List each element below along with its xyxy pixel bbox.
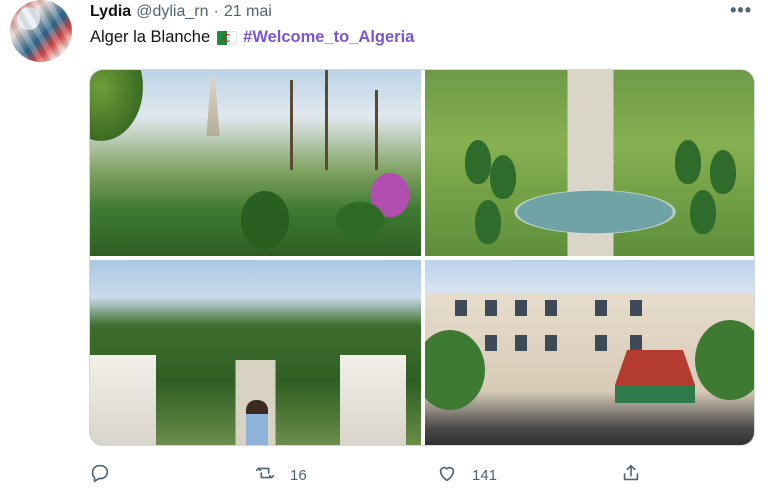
user-handle[interactable]: @dylia_rn — [136, 3, 208, 21]
hashtag-link[interactable]: #Welcome_to_Algeria — [243, 28, 414, 47]
tweet-header: Lydia @dylia_rn · 21 mai — [90, 0, 272, 24]
heart-icon — [436, 462, 458, 488]
tweet-body: Alger la Blanche — [90, 28, 211, 46]
like-button[interactable]: 141 — [436, 462, 497, 488]
photo-grid — [89, 69, 755, 446]
like-count: 141 — [472, 466, 498, 484]
reply-button[interactable] — [89, 462, 111, 488]
photo-algiers-building-street[interactable] — [425, 260, 754, 445]
photo-martyrs-memorial-garden[interactable] — [90, 70, 421, 256]
photo-jardin-essai-fountain[interactable] — [425, 70, 754, 256]
reply-icon — [89, 462, 111, 488]
algeria-flag-icon — [217, 30, 238, 45]
separator: · — [213, 3, 219, 20]
retweet-icon — [254, 462, 276, 488]
share-icon — [620, 462, 642, 488]
tweet-date[interactable]: 21 mai — [224, 3, 272, 21]
tweet-text: Alger la Blanche #Welcome_to_Algeria — [90, 28, 414, 47]
retweet-count: 16 — [290, 466, 307, 484]
photo-garden-alley-person[interactable] — [90, 260, 421, 445]
tweet-actions: 16 141 — [89, 462, 729, 488]
retweet-button[interactable]: 16 — [254, 462, 307, 488]
share-button[interactable] — [620, 462, 642, 488]
avatar[interactable] — [10, 0, 72, 62]
display-name[interactable]: Lydia — [90, 3, 131, 21]
more-icon[interactable]: ••• — [730, 0, 752, 21]
